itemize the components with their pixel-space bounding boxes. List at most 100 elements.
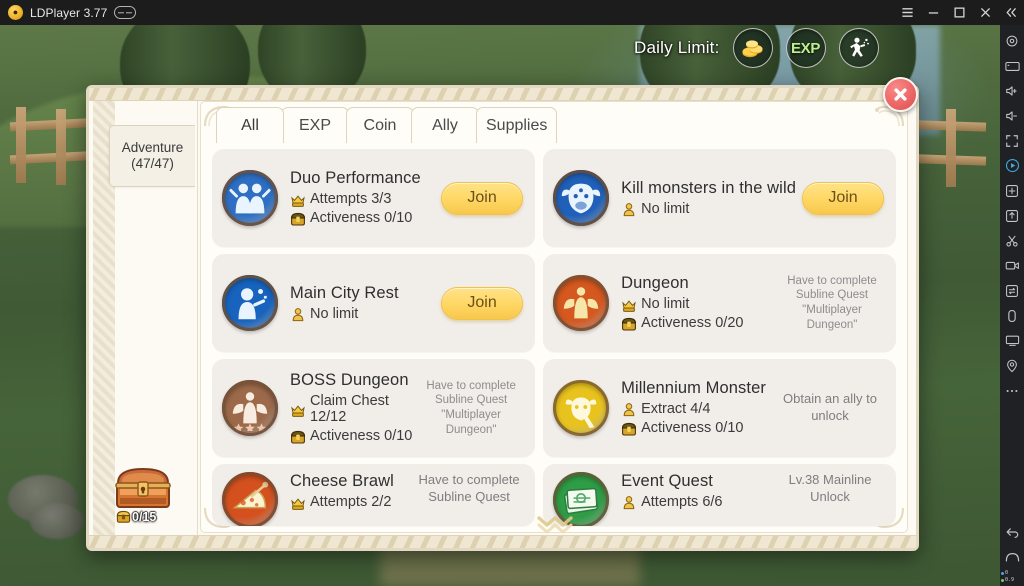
close-window-button[interactable] (972, 0, 998, 25)
close-panel-button[interactable] (883, 77, 918, 112)
more-options-icon[interactable] (1000, 378, 1024, 403)
performance-stats: 0 0.9 (1000, 570, 1024, 586)
panel-trim-top (89, 88, 916, 101)
join-button[interactable]: Join (441, 286, 524, 320)
shake-icon[interactable] (1000, 303, 1024, 328)
quest-title: Dungeon (621, 274, 689, 292)
quest-list-scroll[interactable]: Duo Performance Attempts 3/3 Activeness 0/… (204, 143, 906, 531)
quest-stat-text: Activeness 0/10 (310, 210, 413, 227)
quest-action-area: Have to complete Subline Quest "Multipla… (419, 379, 523, 438)
activeness-icon (291, 430, 305, 444)
quest-stat-text: Claim Chest 12/12 (310, 393, 389, 425)
quest-action-area: Have to complete Subline Quest "Multipla… (780, 274, 884, 333)
sidebar-item-adventure[interactable]: Adventure (47/47) (109, 125, 195, 187)
activeness-icon (622, 317, 637, 331)
gold-coins-icon (742, 40, 763, 58)
tab-exp[interactable]: EXP (281, 107, 349, 143)
keyboard-mapping-icon[interactable] (1000, 53, 1024, 78)
quest-title: Kill monsters in the wild (621, 178, 796, 197)
tab-ally[interactable]: Ally (411, 107, 479, 143)
quest-icon (222, 275, 278, 331)
tab-label: Coin (363, 116, 397, 134)
quest-stat-text: Extract 4/4 (641, 401, 711, 418)
location-pin-icon[interactable] (1000, 353, 1024, 378)
settings-gear-icon[interactable] (1000, 28, 1024, 53)
multi-instance-icon[interactable] (1000, 178, 1024, 203)
collapse-button[interactable] (998, 0, 1024, 25)
crown-chest-icon (291, 498, 305, 510)
volume-down-icon[interactable] (1000, 103, 1024, 128)
scissors-screenshot-icon[interactable] (1000, 228, 1024, 253)
activeness-chest-icon (116, 510, 131, 523)
quest-card[interactable]: Dungeon No limit Activeness 0/20 Have to co… (543, 254, 896, 352)
gold-figure-icon (623, 496, 635, 510)
running-figure-icon (849, 37, 869, 57)
reward-chest-button[interactable]: 0/15 (110, 459, 182, 524)
quest-action-area: Lv.38 Mainline Unlock (776, 472, 884, 505)
quest-stat-text: Attempts 6/6 (641, 494, 723, 511)
category-tabs: All EXP Coin Ally Supplies (216, 107, 558, 143)
quest-stat-text: Attempts 2/2 (310, 494, 392, 511)
quest-stat: No limit (621, 296, 774, 313)
duo-performance-icon (229, 183, 271, 214)
quest-lock-note: Have to complete Subline Quest "Multipla… (426, 379, 516, 436)
close-icon (980, 7, 990, 18)
quest-stat: Attempts 3/3 (290, 191, 435, 208)
tab-label: EXP (298, 116, 331, 134)
chest-count-text: 0/15 (132, 509, 157, 524)
panel-content: All EXP Coin Ally Supplies Duo Performance At… (198, 101, 912, 535)
ldplayer-window: Daily Limit: EXP Adventure (47/47) 0/15 … (0, 0, 1024, 586)
tab-all[interactable]: All (216, 107, 284, 143)
video-record-icon[interactable] (1000, 253, 1024, 278)
apk-install-icon[interactable] (1000, 203, 1024, 228)
quest-card[interactable]: Event Quest Attempts 6/6 Lv.38 Mainline Un… (543, 464, 896, 526)
adventure-tab-label: Adventure (121, 140, 184, 156)
maximize-button[interactable] (946, 0, 972, 25)
quest-icon-ring (222, 472, 278, 526)
quest-stat: No limit (621, 201, 796, 218)
dungeon-statue-icon (563, 287, 599, 319)
double-chevron-left-icon (1006, 8, 1016, 17)
chevron-down-scroll-icon[interactable] (527, 514, 583, 534)
virtual-screen-icon[interactable] (1000, 328, 1024, 353)
cheese-brawl-icon (232, 481, 269, 509)
minimize-button[interactable] (920, 0, 946, 25)
quest-body: Millennium Monster Extract 4/4 Activeness … (621, 379, 770, 437)
quest-icon-ring (222, 380, 278, 436)
quest-icon (222, 380, 278, 436)
quest-card[interactable]: Duo Performance Attempts 3/3 Activeness 0/… (212, 149, 536, 247)
quest-stat: Activeness 0/10 (290, 210, 435, 227)
join-button[interactable]: Join (441, 181, 524, 215)
quest-icon (553, 275, 610, 331)
tab-supplies[interactable]: Supplies (476, 107, 558, 143)
quest-card[interactable]: Millennium Monster Extract 4/4 Activeness … (543, 359, 896, 457)
quest-stat: Claim Chest 12/12 (290, 393, 413, 426)
quest-card[interactable]: Cheese Brawl Attempts 2/2 Have to complete… (212, 464, 536, 526)
background-rock (30, 503, 84, 539)
menu-button[interactable] (894, 0, 920, 25)
fullscreen-icon[interactable] (1000, 128, 1024, 153)
record-play-icon[interactable] (1000, 153, 1024, 178)
quest-icon-ring (553, 275, 610, 331)
panel-trim-bottom (89, 535, 916, 548)
quest-card[interactable]: Main City Rest No limit Join (212, 254, 536, 352)
quest-body: Dungeon No limit Activeness 0/20 (621, 274, 774, 332)
quest-title: Millennium Monster (621, 379, 766, 397)
join-button[interactable]: Join (802, 181, 884, 215)
home-nav-icon[interactable] (1000, 545, 1024, 570)
back-nav-icon[interactable] (1000, 520, 1024, 545)
quest-lock-note: Have to complete Subline Quest (418, 472, 520, 504)
millennium-monster-icon (565, 397, 597, 429)
coin-limit-orb[interactable] (732, 28, 773, 68)
quest-action-area: Obtain an ally to unlock (776, 391, 884, 424)
exp-orb-label: EXP (790, 39, 821, 57)
quest-title: Duo Performance (290, 169, 421, 187)
quest-card[interactable]: BOSS Dungeon Claim Chest 12/12 Activeness … (212, 359, 536, 457)
quest-stat: Extract 4/4 (621, 401, 770, 418)
quest-card[interactable]: Kill monsters in the wild No limit Join (543, 149, 896, 247)
tab-coin[interactable]: Coin (346, 107, 414, 143)
volume-up-icon[interactable] (1000, 78, 1024, 103)
rotate-screen-icon[interactable] (1000, 278, 1024, 303)
activity-limit-orb[interactable] (838, 28, 879, 68)
exp-limit-orb[interactable]: EXP (785, 28, 826, 68)
